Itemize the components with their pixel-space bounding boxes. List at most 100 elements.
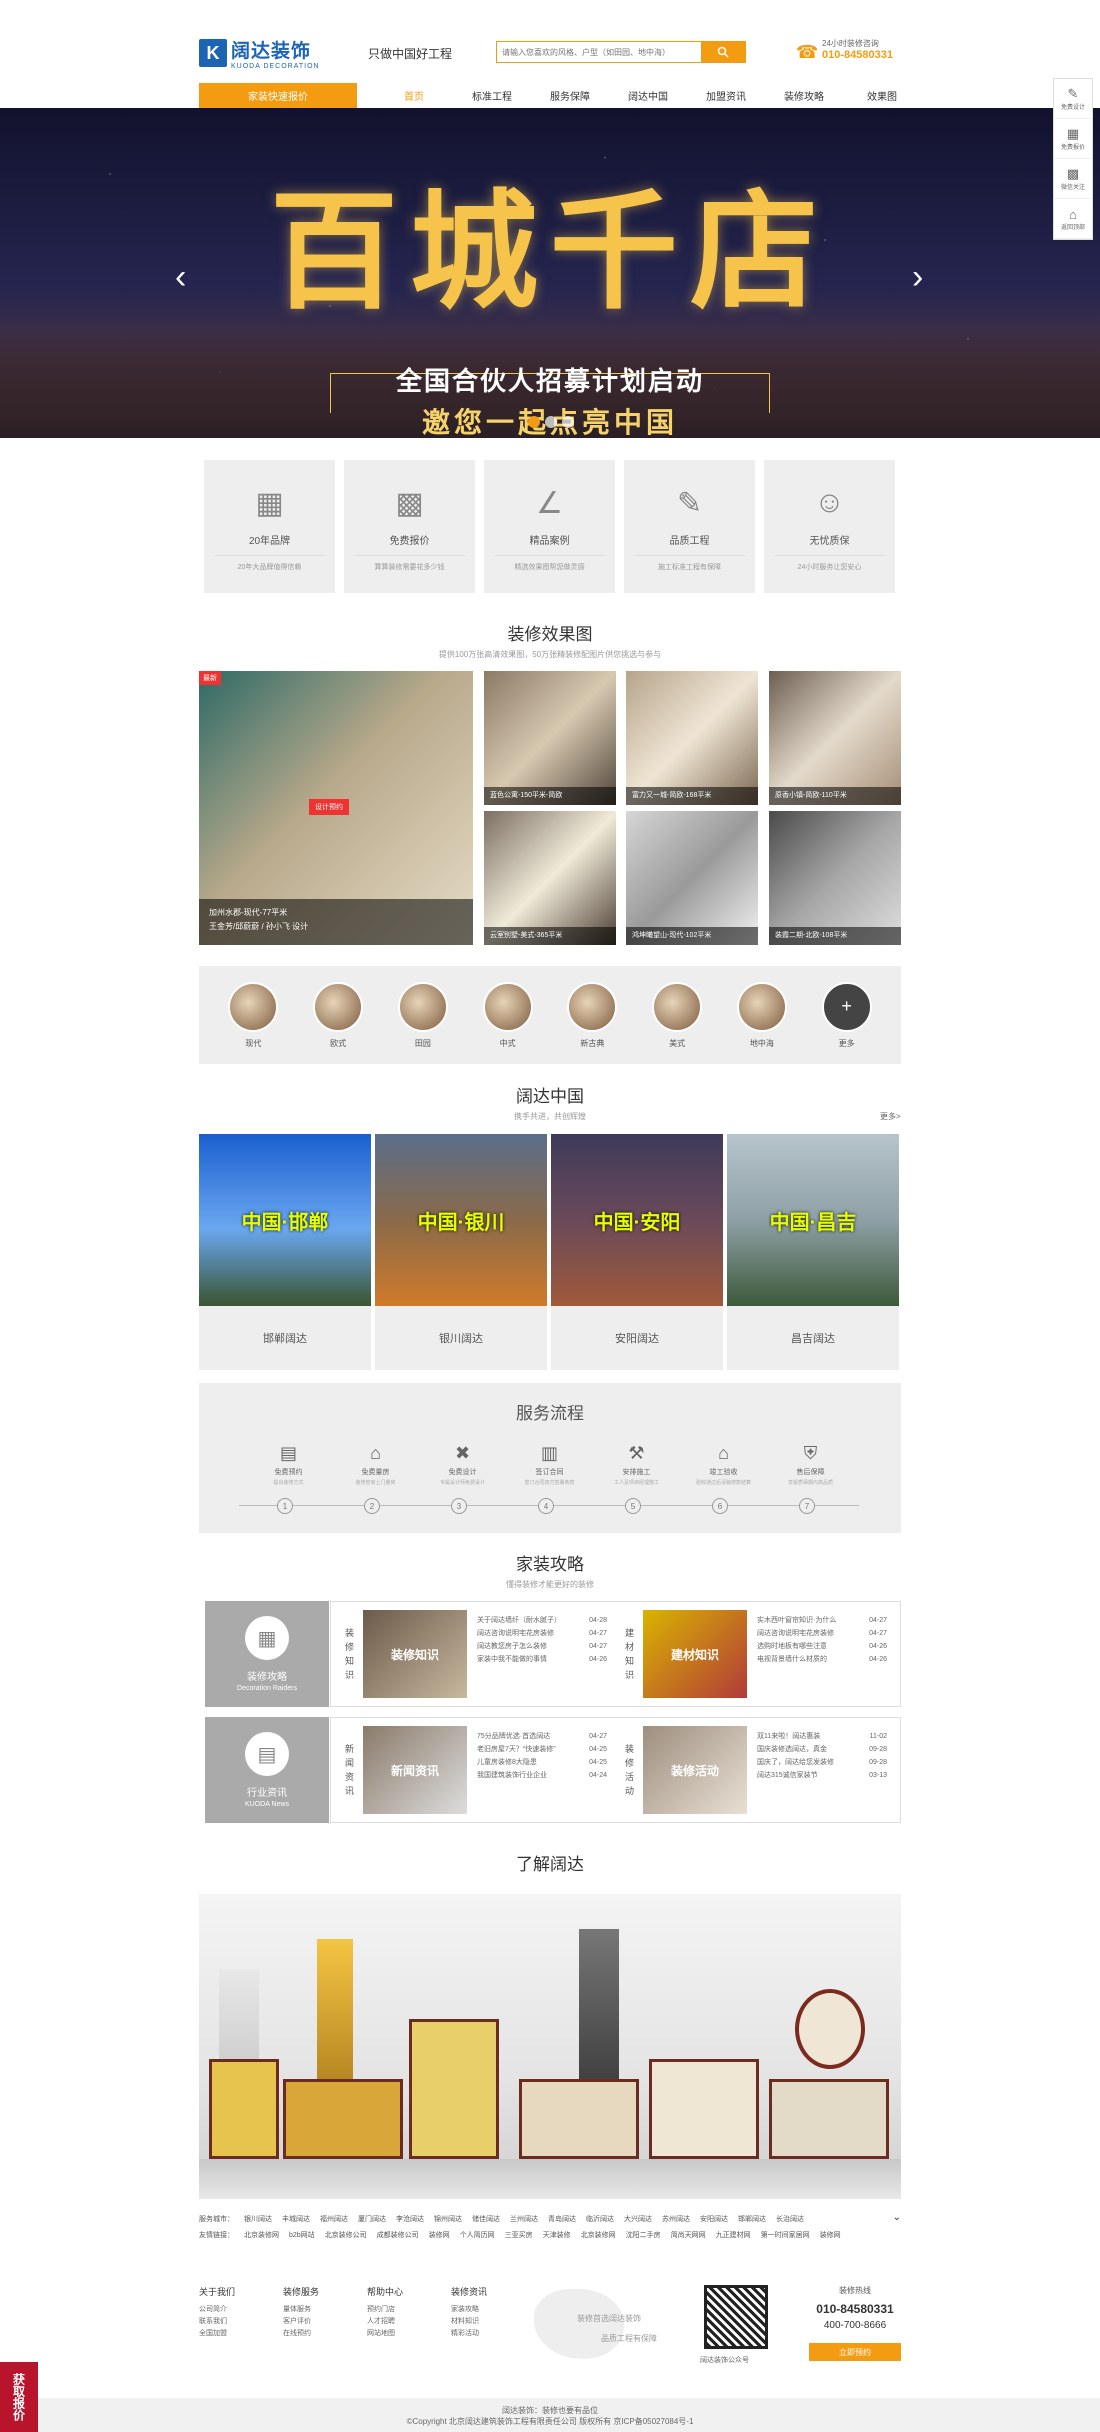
footer-link[interactable]: 客户评价 [283, 2316, 319, 2328]
footer-link[interactable]: 网站地图 [367, 2328, 403, 2340]
nav-item-gallery[interactable]: 效果图 [843, 83, 921, 108]
carousel-dot[interactable] [545, 416, 557, 428]
footer-link[interactable]: 公司简介 [199, 2304, 235, 2316]
logo[interactable]: K 阔达装饰 KUODA DECORATION [199, 36, 354, 70]
carousel-dot[interactable] [562, 416, 574, 428]
friend-link[interactable]: 天津装修 [543, 2228, 571, 2244]
chevron-down-icon[interactable]: ⌄ [893, 2212, 901, 2223]
footer-link[interactable]: 人才招聘 [367, 2316, 403, 2328]
city-link[interactable]: 青岛阔达 [548, 2212, 576, 2228]
gallery-item[interactable]: 蓝色公寓-150平米-简欧 [484, 671, 616, 805]
guide-thumb[interactable]: 装修活动 [643, 1726, 747, 1814]
list-item[interactable]: 选购时地板有哪些注意 04-26 [757, 1640, 887, 1653]
footer-link[interactable]: 材料知识 [451, 2316, 487, 2328]
footer-link[interactable]: 家装攻略 [451, 2304, 487, 2316]
friend-link[interactable]: 北京装修网 [244, 2228, 279, 2244]
gallery-item[interactable]: 鸿坤曦望山-现代-102平米 [626, 811, 758, 945]
gallery-item[interactable]: 富力又一城-简欧-168平米 [626, 671, 758, 805]
list-item[interactable]: 阔达咨询说明宅花房装修 04-27 [477, 1627, 607, 1640]
style-item[interactable]: 新古典 [567, 981, 618, 1049]
city-link[interactable]: 丰城阔达 [282, 2212, 310, 2228]
list-item[interactable]: 75分品牌优选·首选阔达 04-27 [477, 1730, 607, 1743]
guide-thumb[interactable]: 装修知识 [363, 1610, 467, 1698]
list-item[interactable]: 关于阔达墙纤（耐水腻子） 04-28 [477, 1614, 607, 1627]
gallery-item[interactable]: 装霞二期-北欧-108平米 [769, 811, 901, 945]
style-more[interactable]: + 更多 [821, 981, 872, 1049]
city-link[interactable]: 储佳阔达 [472, 2212, 500, 2228]
list-item[interactable]: 电视背景墙什么材质的 04-26 [757, 1653, 887, 1666]
hero-banner[interactable]: 百城千店 全国合伙人招募计划启动 邀您一起点亮中国 ‹ › [0, 108, 1100, 438]
footer-link[interactable]: 全国加盟 [199, 2328, 235, 2340]
book-now-button[interactable]: 立即预约 [809, 2343, 901, 2361]
city-card[interactable]: 中国·银川 银川阔达 [375, 1134, 547, 1370]
list-item[interactable]: 家装中我不能做的事情 04-26 [477, 1653, 607, 1666]
footer-link[interactable]: 在线预约 [283, 2328, 319, 2340]
city-link[interactable]: 大兴阔达 [624, 2212, 652, 2228]
city-link[interactable]: 李沧阔达 [396, 2212, 424, 2228]
city-card[interactable]: 中国·安阳 安阳阔达 [551, 1134, 723, 1370]
feature-tile[interactable]: ☺ 无忧质保 24小时服务让您安心 [764, 460, 895, 593]
friend-link[interactable]: 北京装修公司 [325, 2228, 367, 2244]
next-arrow-icon[interactable]: › [912, 258, 923, 297]
float-free-quote[interactable]: ▦ 免费报价 [1054, 119, 1092, 159]
footer-link[interactable]: 联系我们 [199, 2316, 235, 2328]
list-item[interactable]: 阔达咨询说明宅花房装修 04-27 [757, 1627, 887, 1640]
style-item[interactable]: 欧式 [313, 981, 364, 1049]
list-item[interactable]: 国庆装修选阔达，真金 09-28 [757, 1743, 887, 1756]
city-link[interactable]: 临沂阔达 [586, 2212, 614, 2228]
list-item[interactable]: 实木西叶窗帘知识·为什么 04-27 [757, 1614, 887, 1627]
search-input[interactable] [497, 42, 701, 62]
more-link[interactable]: 更多> [880, 1111, 901, 1122]
friend-link[interactable]: b2b网站 [289, 2228, 315, 2244]
city-link[interactable]: 锦州阔达 [434, 2212, 462, 2228]
friend-link[interactable]: 个人简历网 [460, 2228, 495, 2244]
style-item[interactable]: 田园 [397, 981, 448, 1049]
list-item[interactable]: 我国建筑装饰行业企业 04-24 [477, 1769, 607, 1782]
friend-link[interactable]: 装修网 [820, 2228, 841, 2244]
feature-tile[interactable]: ▩ 免费报价 算算装修需要花多少钱 [344, 460, 475, 593]
nav-item-guides[interactable]: 装修攻略 [765, 83, 843, 108]
prev-arrow-icon[interactable]: ‹ [175, 258, 186, 297]
style-item[interactable]: 美式 [652, 981, 703, 1049]
nav-item-service[interactable]: 服务保障 [531, 83, 609, 108]
float-wechat[interactable]: ▩ 微信关注 [1054, 159, 1092, 199]
footer-link[interactable]: 精彩活动 [451, 2328, 487, 2340]
nav-item-standard[interactable]: 标准工程 [453, 83, 531, 108]
guides-box[interactable]: ▦ 装修攻略 Decoration Raiders [205, 1601, 329, 1707]
city-link[interactable]: 兰州阔达 [510, 2212, 538, 2228]
city-link[interactable]: 银川阔达 [244, 2212, 272, 2228]
friend-link[interactable]: 简尚天网网 [671, 2228, 706, 2244]
friend-link[interactable]: 装修网 [429, 2228, 450, 2244]
nav-item-home[interactable]: 首页 [375, 83, 453, 108]
city-link[interactable]: 福州阔达 [320, 2212, 348, 2228]
design-booking-tag[interactable]: 设计预约 [309, 799, 349, 815]
list-item[interactable]: 国庆了，阔达给您发装修 09-28 [757, 1756, 887, 1769]
city-card[interactable]: 中国·邯郸 邯郸阔达 [199, 1134, 371, 1370]
list-item[interactable]: 双11来啦！阔达惠装 11-02 [757, 1730, 887, 1743]
nav-item-franchise[interactable]: 加盟资讯 [687, 83, 765, 108]
friend-link[interactable]: 九正建材网 [716, 2228, 751, 2244]
float-back-top[interactable]: ⌂ 返回顶部 [1054, 199, 1092, 239]
feature-tile[interactable]: ▦ 20年品牌 20年大品牌值得信赖 [204, 460, 335, 593]
city-link[interactable]: 邯郸阔达 [738, 2212, 766, 2228]
carousel-dot[interactable] [528, 416, 540, 428]
footer-link[interactable]: 预约门店 [367, 2304, 403, 2316]
style-item[interactable]: 中式 [482, 981, 533, 1049]
feature-tile[interactable]: ∠ 精品案例 精选效果图帮您做灵感 [484, 460, 615, 593]
news-box[interactable]: ▤ 行业资讯 KUODA News [205, 1717, 329, 1823]
footer-link[interactable]: 量体服务 [283, 2304, 319, 2316]
gallery-featured[interactable]: 最新 设计预约 加州水郡-现代-77平米 王金芳/邱蔚蔚 / 孙小飞 设计 [199, 671, 473, 945]
city-link[interactable]: 安阳阔达 [700, 2212, 728, 2228]
friend-link[interactable]: 沈阳二手房 [626, 2228, 661, 2244]
style-item[interactable]: 地中海 [736, 981, 787, 1049]
feature-tile[interactable]: ✎ 品质工程 施工标准工程有保障 [624, 460, 755, 593]
city-card[interactable]: 中国·昌吉 昌吉阔达 [727, 1134, 899, 1370]
gallery-item[interactable]: 云室别墅-美式-365平米 [484, 811, 616, 945]
float-free-design[interactable]: ✎ 免费设计 [1054, 79, 1092, 119]
search-button[interactable] [701, 42, 745, 62]
nav-item-china[interactable]: 阔达中国 [609, 83, 687, 108]
friend-link[interactable]: 第一时间家居网 [761, 2228, 810, 2244]
list-item[interactable]: 老旧房屋7天？“快速装修” 04-25 [477, 1743, 607, 1756]
quick-quote-button[interactable]: 家装快速报价 [199, 83, 357, 108]
guide-thumb[interactable]: 建材知识 [643, 1610, 747, 1698]
